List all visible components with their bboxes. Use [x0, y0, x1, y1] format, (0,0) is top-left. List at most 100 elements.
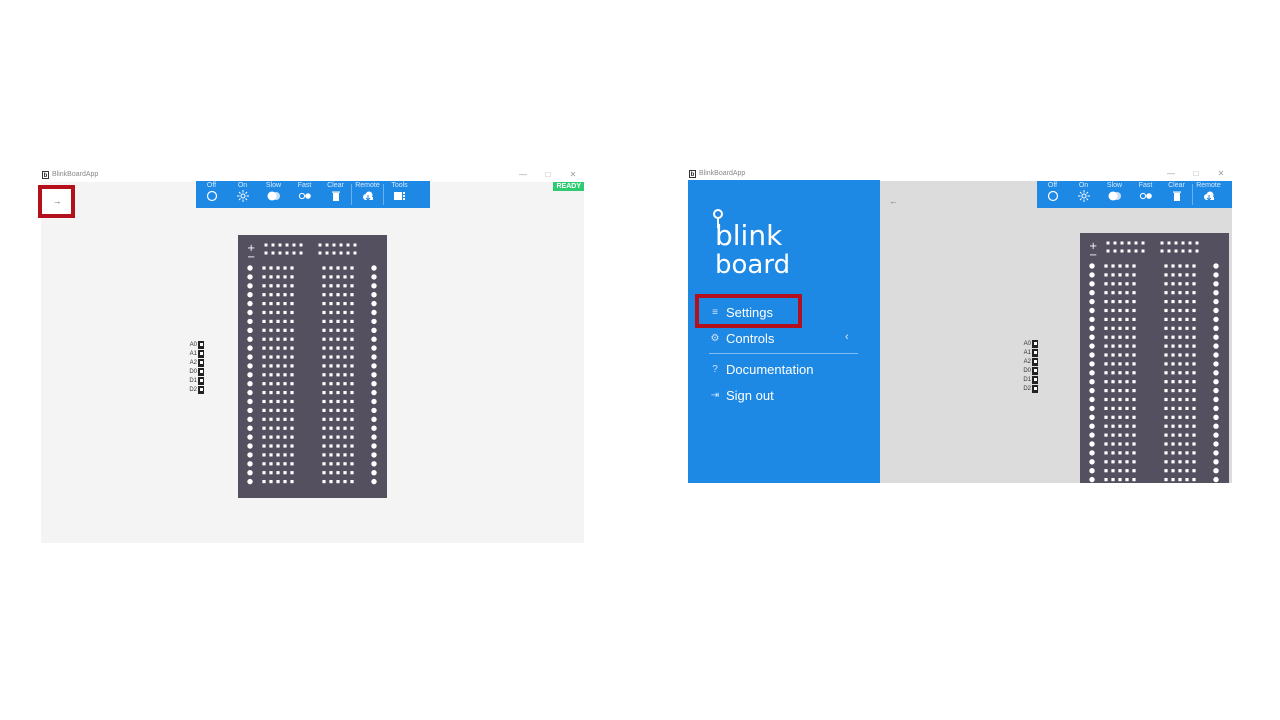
pin-d1[interactable]: D1	[1020, 375, 1038, 384]
rail-hole	[1134, 249, 1138, 253]
edge-hole	[1089, 476, 1095, 483]
menu-item-sign-out[interactable]: ⇥ Sign out	[709, 388, 774, 403]
toolbar-button-fast[interactable]: Fast	[289, 181, 320, 208]
pin-a1[interactable]: A1	[1020, 348, 1038, 357]
edge-hole	[1213, 450, 1219, 456]
toolbar-button-label: Clear	[1168, 182, 1185, 189]
tie-hole	[1178, 273, 1182, 277]
pin-label: A2	[1023, 358, 1031, 365]
tie-hole	[1118, 291, 1122, 295]
toolbar-button-on[interactable]: On	[1068, 181, 1099, 208]
edge-hole	[371, 416, 377, 422]
menu-item-documentation[interactable]: ? Documentation	[709, 362, 813, 377]
toolbar-button-off[interactable]: Off	[196, 181, 227, 208]
tie-hole	[322, 302, 326, 306]
tie-hole	[1132, 380, 1136, 384]
tie-hole	[322, 364, 326, 368]
toolbar-button-slow[interactable]: Slow	[1099, 181, 1130, 208]
tie-hole	[1164, 406, 1168, 410]
tie-hole	[336, 355, 340, 359]
tie-hole	[329, 337, 333, 341]
tie-hole	[276, 266, 280, 270]
tie-hole	[1132, 300, 1136, 304]
tie-hole	[329, 364, 333, 368]
tie-hole	[343, 426, 347, 430]
close-button[interactable]: ✕	[1215, 169, 1227, 178]
tie-hole	[269, 319, 273, 323]
tie-hole	[336, 426, 340, 430]
tie-hole	[1111, 282, 1115, 286]
tie-hole	[1171, 344, 1175, 348]
rail-hole	[325, 251, 329, 255]
tie-hole	[1178, 326, 1182, 330]
tie-hole	[329, 310, 333, 315]
tie-hole	[1164, 273, 1168, 277]
tie-hole	[1118, 362, 1122, 366]
tie-hole	[350, 462, 354, 466]
tie-hole	[269, 275, 273, 279]
toolbar-button-slow[interactable]: Slow	[258, 181, 289, 208]
tie-hole	[269, 480, 273, 484]
tie-hole	[343, 328, 347, 332]
maximize-button[interactable]: □	[1190, 169, 1202, 178]
tie-hole	[1192, 353, 1196, 357]
tie-hole	[1132, 308, 1136, 313]
minimize-button[interactable]: —	[1165, 169, 1177, 178]
pin-a2[interactable]: A2	[186, 358, 204, 367]
toolbar-button-on[interactable]: On	[227, 181, 258, 208]
tie-hole	[1185, 397, 1189, 402]
menu-item-controls[interactable]: ⚙ Controls	[709, 331, 775, 346]
tie-hole	[290, 364, 294, 368]
close-button[interactable]: ✕	[567, 170, 579, 179]
rail-hole	[292, 243, 296, 247]
rail-minus-sign: −	[247, 252, 255, 263]
tie-hole	[343, 284, 347, 288]
tie-hole	[1192, 371, 1196, 375]
tie-hole	[329, 408, 333, 412]
tie-hole	[1132, 291, 1136, 295]
pin-d0[interactable]: D0	[1020, 366, 1038, 375]
pin-a1[interactable]: A1	[186, 349, 204, 358]
toolbar-button-off[interactable]: Off	[1037, 181, 1068, 208]
tie-hole	[283, 275, 287, 279]
toolbar-button-label: Clear	[327, 182, 344, 189]
tie-hole	[1118, 397, 1122, 402]
maximize-button[interactable]: □	[542, 170, 554, 179]
chevron-left-icon[interactable]: ‹	[845, 331, 849, 343]
tie-hole	[329, 462, 333, 466]
toolbar-button-fast[interactable]: Fast	[1130, 181, 1161, 208]
tie-hole	[1104, 317, 1108, 321]
tie-hole	[1125, 353, 1129, 357]
tie-hole	[1125, 291, 1129, 295]
pin-a0[interactable]: A0	[186, 340, 204, 349]
highlight-settings	[695, 294, 802, 328]
pin-d2[interactable]: D2	[186, 385, 204, 394]
toolbar-button-clear[interactable]: Clear	[320, 181, 351, 208]
back-arrow-icon[interactable]: ←	[889, 196, 898, 206]
tie-hole	[336, 453, 340, 457]
tie-hole	[1178, 478, 1182, 482]
pin-d2[interactable]: D2	[1020, 384, 1038, 393]
pin-a0[interactable]: A0	[1020, 339, 1038, 348]
edge-hole	[1213, 387, 1219, 394]
tie-hole	[290, 355, 294, 359]
toolbar-button-clear[interactable]: Clear	[1161, 181, 1192, 208]
edge-hole	[1213, 298, 1219, 305]
tie-hole	[269, 408, 273, 412]
tie-hole	[1111, 362, 1115, 366]
menu-item-label: Documentation	[726, 362, 814, 377]
rail-hole	[325, 243, 329, 247]
tie-hole	[1185, 424, 1189, 428]
pin-d0[interactable]: D0	[186, 367, 204, 376]
toolbar-button-tools[interactable]: Tools	[384, 181, 415, 208]
toolbar-button-remote[interactable]: Remote	[1193, 181, 1224, 208]
rail-hole	[1106, 249, 1110, 253]
minimize-button[interactable]: —	[517, 170, 529, 179]
edge-hole	[247, 478, 253, 485]
pin-a2[interactable]: A2	[1020, 357, 1038, 366]
tie-hole	[1192, 282, 1196, 286]
pin-d1[interactable]: D1	[186, 376, 204, 385]
rail-hole	[1134, 241, 1138, 245]
toolbar-button-remote[interactable]: Remote	[352, 181, 383, 208]
pin-socket	[198, 385, 204, 394]
